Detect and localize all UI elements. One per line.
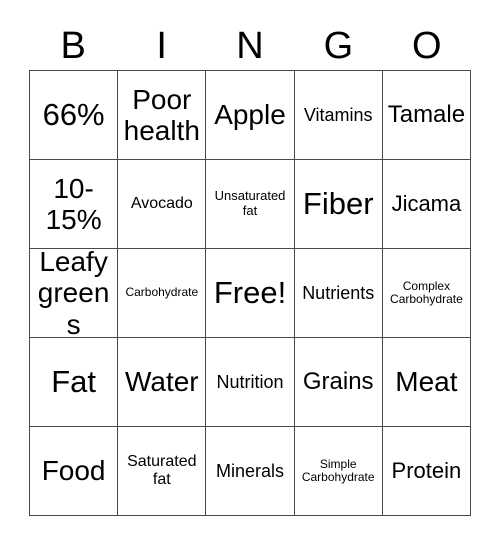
bingo-cell-label: Nutrition bbox=[216, 371, 284, 392]
bingo-free-space-label: Free! bbox=[213, 274, 287, 310]
bingo-cell-n1[interactable]: Apple bbox=[206, 71, 295, 160]
bingo-cell-label: Tamale bbox=[387, 100, 466, 128]
bingo-card: B I N G O 66% Poor health Apple Vitamins… bbox=[0, 0, 500, 544]
bingo-cell-label: Poor health bbox=[123, 83, 200, 146]
bingo-cell-label: Carbohydrate bbox=[125, 285, 199, 300]
bingo-cell-g4[interactable]: Grains bbox=[294, 338, 383, 427]
bingo-cell-label: 66% bbox=[42, 96, 105, 132]
bingo-cell-i3[interactable]: Carbohydrate bbox=[118, 249, 207, 338]
bingo-cell-o2[interactable]: Jicama bbox=[382, 160, 472, 249]
bingo-cell-i2[interactable]: Avocado bbox=[118, 160, 207, 249]
bingo-cell-i5[interactable]: Saturated fat bbox=[118, 427, 207, 516]
bingo-cell-i4[interactable]: Water bbox=[118, 338, 207, 427]
bingo-cell-label: Meat bbox=[395, 366, 458, 398]
bingo-cell-b3[interactable]: Leafy greens bbox=[30, 249, 119, 338]
bingo-cell-n4[interactable]: Nutrition bbox=[206, 338, 295, 427]
bingo-cell-label: Protein bbox=[391, 457, 462, 483]
bingo-cell-label: Minerals bbox=[215, 460, 285, 481]
bingo-cell-label: Unsaturated fat bbox=[214, 188, 286, 218]
bingo-cell-label: Water bbox=[124, 366, 199, 398]
bingo-row: Leafy greens Carbohydrate Free! Nutrient… bbox=[30, 249, 472, 338]
bingo-row: Food Saturated fat Minerals Simple Carbo… bbox=[30, 427, 472, 516]
bingo-cell-label: 10- 15% bbox=[45, 172, 102, 235]
bingo-cell-label: Fiber bbox=[302, 185, 374, 221]
bingo-cell-g1[interactable]: Vitamins bbox=[294, 71, 383, 160]
bingo-cell-label: Saturated fat bbox=[127, 453, 197, 488]
bingo-cell-label: Leafy greens bbox=[37, 249, 110, 338]
bingo-grid: 66% Poor health Apple Vitamins Tamale 10… bbox=[29, 70, 472, 516]
bingo-cell-g3[interactable]: Nutrients bbox=[294, 249, 383, 338]
bingo-header-letter-i: I bbox=[156, 25, 167, 67]
bingo-header-letter-o: O bbox=[412, 25, 442, 67]
bingo-cell-g2[interactable]: Fiber bbox=[294, 160, 383, 249]
bingo-row: Fat Water Nutrition Grains Meat bbox=[30, 338, 472, 427]
bingo-header: B I N G O bbox=[29, 22, 471, 70]
bingo-cell-g5[interactable]: Simple Carbohydrate bbox=[294, 427, 383, 516]
bingo-cell-label: Apple bbox=[214, 99, 286, 131]
bingo-cell-label: Avocado bbox=[130, 195, 193, 213]
bingo-cell-b2[interactable]: 10- 15% bbox=[30, 160, 119, 249]
bingo-cell-label: Fat bbox=[51, 363, 96, 399]
bingo-cell-b5[interactable]: Food bbox=[30, 427, 119, 516]
bingo-cell-o4[interactable]: Meat bbox=[382, 338, 472, 427]
bingo-cell-label: Jicama bbox=[391, 190, 462, 216]
bingo-cell-free-space[interactable]: Free! bbox=[206, 249, 295, 338]
bingo-cell-n5[interactable]: Minerals bbox=[206, 427, 295, 516]
bingo-cell-label: Simple Carbohydrate bbox=[301, 456, 375, 484]
bingo-cell-label: Grains bbox=[302, 367, 374, 395]
bingo-cell-label: Vitamins bbox=[303, 104, 373, 125]
bingo-header-letter-g: G bbox=[323, 25, 354, 67]
bingo-header-letter-n: N bbox=[236, 25, 264, 67]
bingo-cell-b4[interactable]: Fat bbox=[30, 338, 119, 427]
bingo-header-letter-b: B bbox=[60, 25, 86, 67]
bingo-cell-o1[interactable]: Tamale bbox=[382, 71, 472, 160]
bingo-cell-b1[interactable]: 66% bbox=[30, 71, 119, 160]
bingo-row: 10- 15% Avocado Unsaturated fat Fiber Ji… bbox=[30, 160, 472, 249]
bingo-row: 66% Poor health Apple Vitamins Tamale bbox=[30, 71, 472, 160]
bingo-cell-n2[interactable]: Unsaturated fat bbox=[206, 160, 295, 249]
bingo-cell-label: Food bbox=[41, 455, 106, 487]
bingo-cell-o5[interactable]: Protein bbox=[382, 427, 472, 516]
bingo-cell-o3[interactable]: Complex Carbohydrate bbox=[382, 249, 472, 338]
bingo-cell-label: Nutrients bbox=[302, 282, 375, 303]
bingo-cell-label: Complex Carbohydrate bbox=[390, 278, 463, 306]
bingo-cell-i1[interactable]: Poor health bbox=[118, 71, 207, 160]
